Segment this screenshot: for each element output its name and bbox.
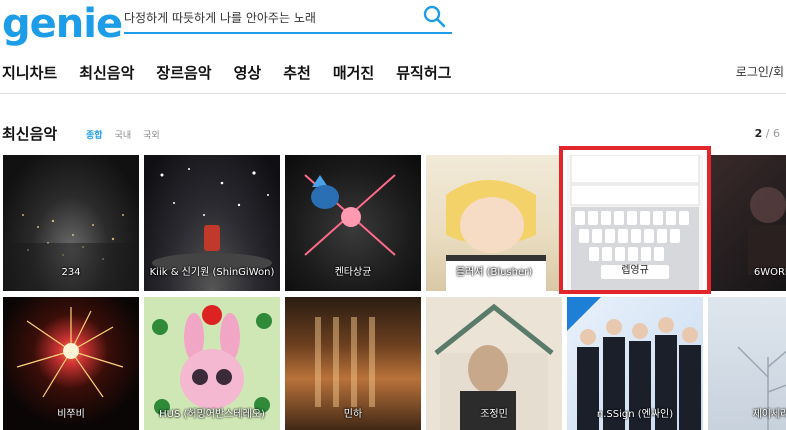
section-title: 최신음악	[2, 125, 58, 143]
pager-separator: /	[765, 127, 773, 140]
album-tile[interactable]: 민하	[285, 297, 421, 430]
album-artist: 6WORLD	[753, 267, 786, 278]
album-tile[interactable]: 6WORLD	[708, 155, 786, 291]
album-row: 234 Kiik & 신기원 (ShinGiWon) 켄타상균 블러셔 (Blu…	[3, 155, 786, 291]
search-input[interactable]	[124, 4, 414, 30]
album-artist: HUS (허밍어반스테레오)	[159, 409, 265, 420]
album-artist: 민하	[343, 409, 363, 420]
album-tile[interactable]: n.SSign (엔싸인)	[567, 297, 703, 430]
section-tabs: 종합 국내 국외	[86, 128, 160, 141]
nav-item-recommend[interactable]: 추천	[283, 58, 311, 88]
album-tile[interactable]: Kiik & 신기원 (ShinGiWon)	[144, 155, 280, 291]
main-nav: 지니차트 최신음악 장르음악 영상 추천 매거진 뮤직허그	[0, 58, 473, 88]
genie-page: genie 지니차트 최신음악 장르음악 영상 추천 매거진 뮤직허그 로그인/…	[0, 0, 786, 430]
search-icon[interactable]	[422, 4, 446, 28]
pager: 2 / 6	[755, 127, 780, 140]
album-artist: 제이세라 (J	[752, 409, 786, 420]
album-tile[interactable]: HUS (허밍어반스테레오)	[144, 297, 280, 430]
album-artist: 비쭈비	[57, 409, 85, 420]
album-tile[interactable]: 렙영규	[567, 155, 703, 291]
header-divider	[0, 93, 786, 94]
album-row: 비쭈비 HUS (허밍어반스테레오) 민하 조정민 n.SSign (엔싸인) …	[3, 297, 786, 430]
album-artist: 조정민	[480, 409, 508, 420]
nav-item-genre[interactable]: 장르음악	[156, 58, 211, 88]
tab-domestic[interactable]: 국내	[115, 128, 132, 141]
nav-item-chart[interactable]: 지니차트	[2, 58, 57, 88]
nav-item-magazine[interactable]: 매거진	[333, 58, 374, 88]
pager-total: 6	[773, 127, 780, 140]
nav-item-video[interactable]: 영상	[234, 58, 262, 88]
album-artist: 블러셔 (Blusher)	[455, 267, 533, 278]
album-tile[interactable]: 조정민	[426, 297, 562, 430]
nav-item-musichug[interactable]: 뮤직허그	[396, 58, 451, 88]
album-artist: 켄타상균	[334, 267, 372, 278]
pager-current: 2	[754, 127, 763, 140]
album-tile[interactable]: 234	[3, 155, 139, 291]
login-link[interactable]: 로그인/회	[736, 63, 784, 80]
tab-all[interactable]: 종합	[86, 128, 103, 141]
album-tile[interactable]: 비쭈비	[3, 297, 139, 430]
album-tile[interactable]: 제이세라 (J	[708, 297, 786, 430]
album-artist: n.SSign (엔싸인)	[596, 409, 674, 420]
genie-logo[interactable]: genie	[2, 2, 123, 46]
album-tile[interactable]: 블러셔 (Blusher)	[426, 155, 562, 291]
album-artist: 234	[61, 267, 81, 278]
album-tile[interactable]: 켄타상균	[285, 155, 421, 291]
tab-foreign[interactable]: 국외	[143, 128, 160, 141]
search-bar	[124, 2, 452, 34]
album-artist: 렙영규	[621, 265, 649, 276]
album-artist: Kiik & 신기원 (ShinGiWon)	[149, 267, 275, 278]
nav-item-new-music[interactable]: 최신음악	[79, 58, 134, 88]
